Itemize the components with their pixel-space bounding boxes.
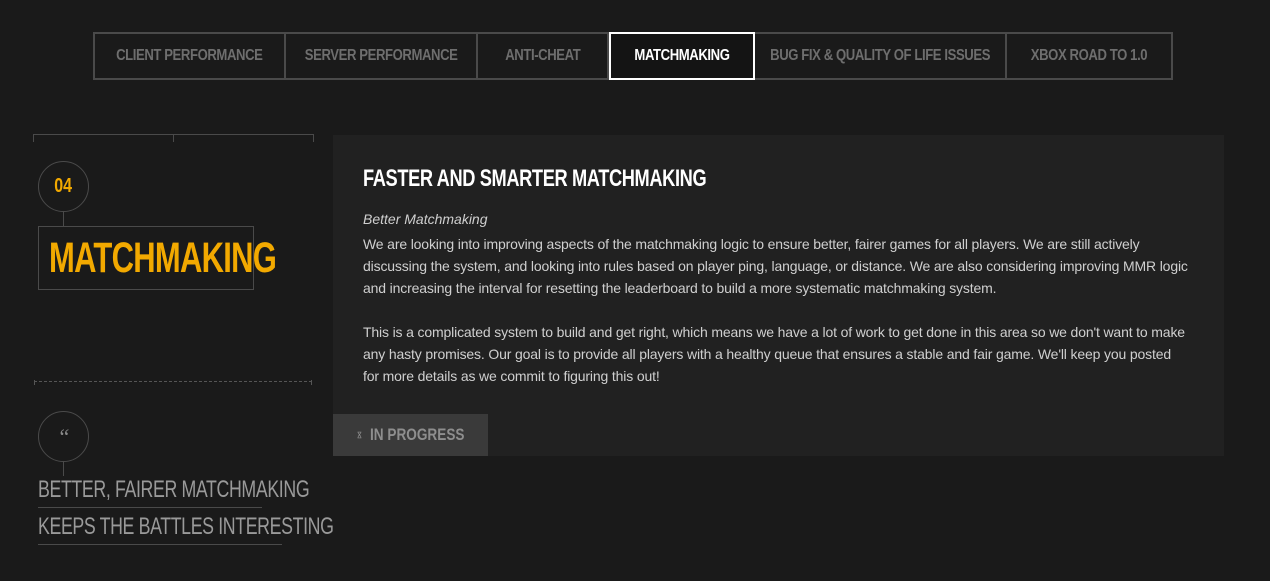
connector-line: [63, 462, 64, 476]
tab-bar: CLIENT PERFORMANCE SERVER PERFORMANCE AN…: [93, 32, 1173, 80]
pull-quote-line: BETTER, FAIRER MATCHMAKING: [38, 476, 310, 508]
section-title: MATCHMAKING: [38, 226, 277, 290]
quote-icon: “: [38, 411, 89, 462]
tab-client-performance[interactable]: CLIENT PERFORMANCE: [95, 34, 286, 78]
panel-subhead: Better Matchmaking: [363, 211, 488, 227]
tab-anti-cheat[interactable]: ANTI-CHEAT: [478, 34, 609, 78]
tab-server-performance[interactable]: SERVER PERFORMANCE: [286, 34, 478, 78]
content-panel: FASTER AND SMARTER MATCHMAKING Better Ma…: [333, 135, 1224, 456]
body-paragraph: We are looking into improving aspects of…: [363, 236, 1188, 296]
hourglass-icon: [357, 431, 362, 439]
panel-title: FASTER AND SMARTER MATCHMAKING: [363, 165, 707, 192]
dashed-divider: [34, 380, 312, 385]
body-paragraph: This is a complicated system to build an…: [363, 324, 1185, 384]
connector-line: [63, 212, 64, 226]
tab-xbox-road-to-1-0[interactable]: XBOX ROAD TO 1.0: [1007, 34, 1171, 78]
pull-quote-line: KEEPS THE BATTLES INTERESTING: [38, 513, 334, 545]
status-label: IN PROGRESS: [369, 425, 465, 444]
panel-body: We are looking into improving aspects of…: [363, 233, 1188, 387]
status-badge: IN PROGRESS: [333, 414, 488, 456]
section-number-badge: 04: [38, 161, 89, 212]
section-top-divider: [33, 134, 314, 142]
tab-matchmaking[interactable]: MATCHMAKING: [609, 32, 755, 80]
tab-bug-fix-quality-of-life[interactable]: BUG FIX & QUALITY OF LIFE ISSUES: [755, 34, 1007, 78]
